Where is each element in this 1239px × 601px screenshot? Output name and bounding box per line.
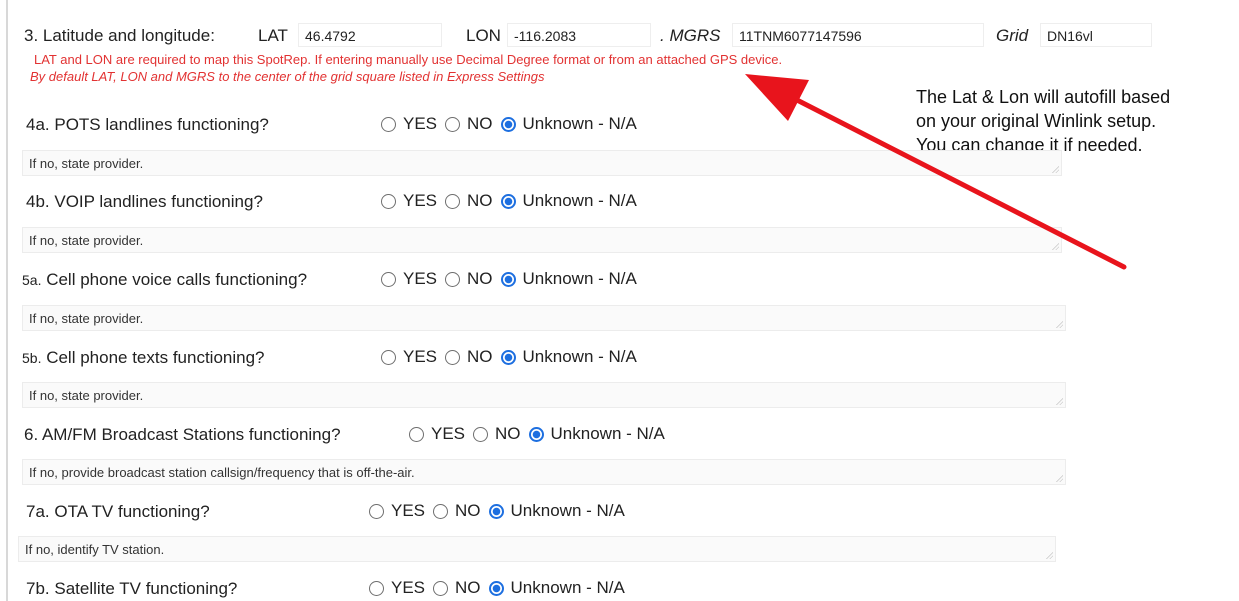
red-arrow-annotation	[745, 74, 1127, 270]
